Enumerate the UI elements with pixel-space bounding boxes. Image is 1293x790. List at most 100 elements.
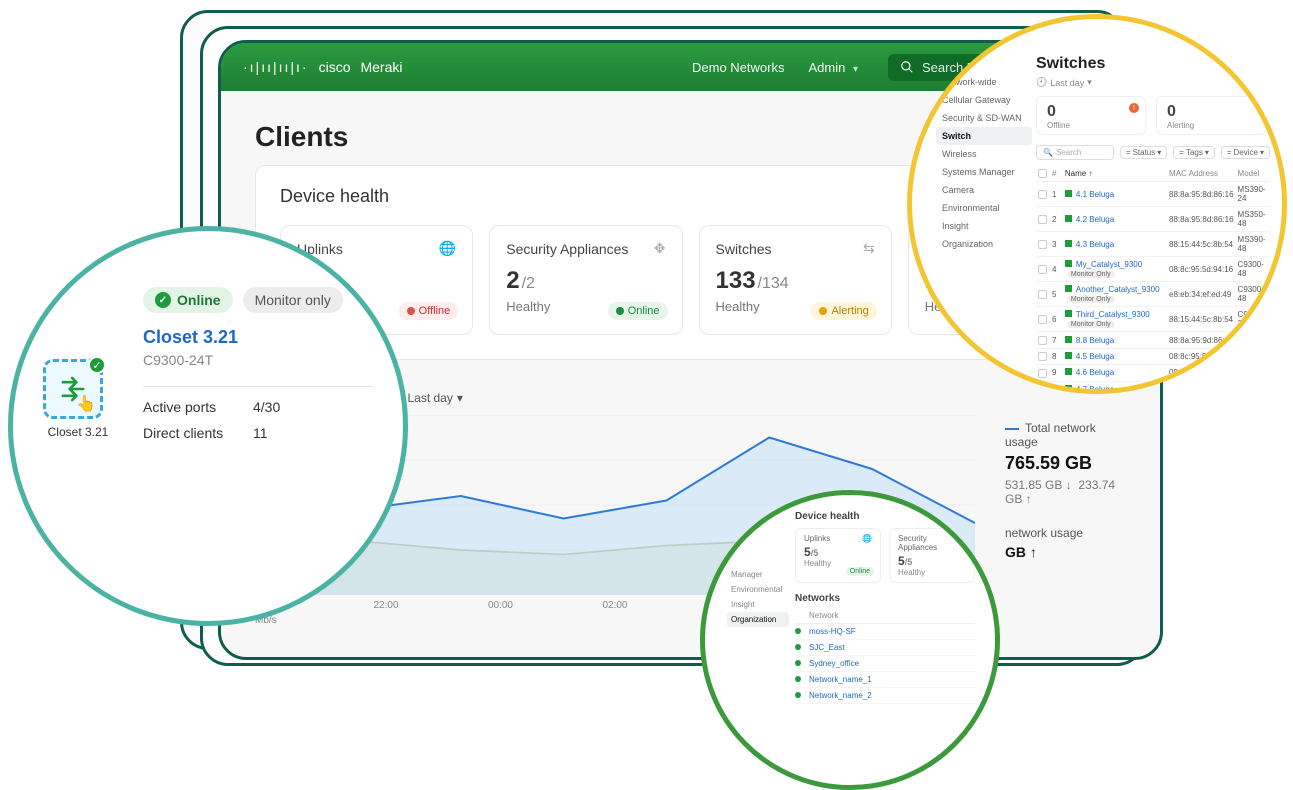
row-checkbox[interactable] <box>1038 190 1047 199</box>
sidebar-item[interactable]: Security & SD-WAN <box>936 109 1032 127</box>
switches-range-label: Last day <box>1050 78 1084 88</box>
card-switches[interactable]: Switches ⇆ 133/134 Healthy Alerting <box>699 225 892 335</box>
table-row[interactable]: Sydney_office <box>795 656 975 672</box>
org-sec-status: Healthy <box>898 568 966 577</box>
check-circle-icon: ✓ <box>155 292 171 308</box>
nav-demo-networks[interactable]: Demo Networks <box>692 60 784 75</box>
badge-offline-text: Offline <box>419 305 451 317</box>
globe-icon: 🌐 <box>862 534 872 543</box>
badge-offline: Offline <box>399 302 459 320</box>
brand-cisco: cisco <box>319 59 351 75</box>
sidebar-item[interactable]: Manager <box>727 567 789 582</box>
sidebar-item[interactable]: Switch <box>936 127 1032 145</box>
col-network[interactable]: Network <box>809 608 975 624</box>
sidebar-item[interactable]: Insight <box>936 217 1032 235</box>
card-switches-total: /134 <box>758 275 789 292</box>
sidebar-item[interactable]: Insight <box>727 597 789 612</box>
usage-down: 531.85 GB <box>1005 478 1062 492</box>
warning-badge-icon: ! <box>1129 103 1139 113</box>
cisco-bars-icon: ·ı|ıı|ıı|ı· <box>243 64 309 70</box>
badge-online: Online <box>608 302 668 320</box>
sidebar-item[interactable]: Environmental <box>936 199 1032 217</box>
table-row[interactable]: moss-HQ-SF <box>795 624 975 640</box>
card-switches-title: Switches <box>716 241 772 257</box>
globe-icon: 🌐 <box>439 240 456 257</box>
stat-alerting-label: Alerting <box>1167 121 1255 130</box>
legend-line-icon <box>1005 428 1019 430</box>
switches-sidebar: Network-wideCellular GatewaySecurity & S… <box>936 73 1032 253</box>
col-name[interactable]: Name <box>1065 169 1086 178</box>
sidebar-item[interactable]: Wireless <box>936 145 1032 163</box>
table-row[interactable]: 5Another_Catalyst_9300Monitor Onlye8:eb:… <box>1036 282 1270 307</box>
nav-admin-menu[interactable]: Admin ▾ <box>808 60 858 75</box>
table-row[interactable]: 14.1 Beluga88:8a:95:8d:86:16MS390-24 <box>1036 182 1270 207</box>
stat-offline-value: 0 <box>1047 103 1135 121</box>
sidebar-item[interactable]: Systems Manager <box>936 163 1032 181</box>
org-sec-total: /5 <box>905 557 913 567</box>
sidebar-item[interactable]: Cellular Gateway <box>936 91 1032 109</box>
direct-clients-value: 11 <box>253 425 268 441</box>
table-row[interactable]: 24.2 Beluga88:8a:95:8d:86:16MS350-48 <box>1036 207 1270 232</box>
card-security-value: 2 <box>506 267 519 294</box>
org-card-uplinks[interactable]: Uplinks🌐 5/5 Healthy Online <box>795 528 881 583</box>
col-mac[interactable]: MAC Address <box>1167 166 1236 182</box>
sidebar-item[interactable]: Environmental <box>727 582 789 597</box>
table-row[interactable]: Network_name_2 <box>795 688 975 704</box>
col-model[interactable]: Model <box>1236 166 1270 182</box>
sort-asc-icon: ↑ <box>1088 169 1092 178</box>
table-row[interactable]: 4My_Catalyst_9300Monitor Only08:8c:95:5d… <box>1036 257 1270 282</box>
table-row[interactable]: 78.8 Beluga88:8a:95:9d:86:16MS <box>1036 332 1270 348</box>
row-checkbox[interactable] <box>1038 290 1047 299</box>
zoom-bubble-topology-tooltip: ✓ 👆 Closet 3.21 ✓ Online Monitor only Cl… <box>8 226 408 626</box>
filter-status-pill[interactable]: = Status ▾ <box>1120 146 1167 159</box>
row-checkbox[interactable] <box>1038 265 1047 274</box>
row-checkbox[interactable] <box>1038 240 1047 249</box>
direct-clients-label: Direct clients <box>143 425 253 441</box>
usage-subval: GB <box>1005 544 1026 560</box>
stat-alerting-value: 0 <box>1167 103 1255 121</box>
badge-online-text: Online <box>628 305 660 317</box>
switches-search-ph: Search <box>1056 148 1081 157</box>
zoom-bubble-switches-list: Network-wideCellular GatewaySecurity & S… <box>907 14 1287 394</box>
filter-tags-pill[interactable]: = Tags ▾ <box>1173 146 1215 159</box>
table-row[interactable]: 94.6 Beluga08:8a:95:8d:86:16MS <box>1036 365 1270 381</box>
org-sec-title: Security Appliances <box>898 534 966 552</box>
card-security-appliances[interactable]: Security Appliances ✥ 2/2 Healthy Online <box>489 225 682 335</box>
brand-meraki: Meraki <box>360 59 402 75</box>
search-icon <box>900 60 914 74</box>
row-checkbox[interactable] <box>1038 315 1047 324</box>
switches-range[interactable]: 🕘Last day▾ <box>1036 77 1270 88</box>
col-num[interactable]: # <box>1050 166 1063 182</box>
org-card-security[interactable]: Security Appliances 5/5 Healthy <box>889 528 975 583</box>
table-row[interactable]: 84.5 Beluga08:8c:95:9d:94:16MS <box>1036 348 1270 364</box>
sidebar-item[interactable]: Organization <box>727 612 789 627</box>
chevron-down-icon: ▾ <box>457 391 463 405</box>
stat-alerting[interactable]: 0 Alerting <box>1156 96 1266 135</box>
sidebar-item[interactable]: Organization <box>936 235 1032 253</box>
table-row[interactable]: SJC_East <box>795 640 975 656</box>
sidebar-item[interactable]: Camera <box>936 181 1032 199</box>
tooltip-device-model: C9300-24T <box>143 352 373 368</box>
sidebar-item[interactable]: Network-wide <box>936 73 1032 91</box>
filter-range-label: Last day <box>407 391 452 405</box>
row-checkbox[interactable] <box>1038 336 1047 345</box>
card-switches-value: 133 <box>716 267 756 294</box>
chevron-down-icon: ▾ <box>853 64 858 75</box>
row-checkbox[interactable] <box>1038 369 1047 378</box>
tooltip-device-name[interactable]: Closet 3.21 <box>143 327 373 348</box>
filter-device-pill[interactable]: = Device ▾ <box>1221 146 1270 159</box>
tag-online: ✓ Online <box>143 287 233 313</box>
usage-label: Total network usage <box>1005 421 1096 449</box>
table-row[interactable]: 34.3 Beluga88:15:44:5c:8b:54MS390-48 <box>1036 232 1270 257</box>
table-row[interactable]: 6Third_Catalyst_9300Monitor Only88:15:44… <box>1036 307 1270 332</box>
row-checkbox[interactable] <box>1038 215 1047 224</box>
row-checkbox[interactable] <box>1038 352 1047 361</box>
checkbox-all[interactable] <box>1038 169 1047 178</box>
search-icon: 🔍 <box>1043 148 1053 157</box>
org-networks-title: Networks <box>795 593 975 604</box>
switches-search[interactable]: 🔍Search <box>1036 145 1114 160</box>
table-row[interactable]: Network_name_1 <box>795 672 975 688</box>
card-security-total: /2 <box>522 275 535 292</box>
stat-offline[interactable]: ! 0 Offline <box>1036 96 1146 135</box>
active-ports-value: 4/30 <box>253 399 280 415</box>
